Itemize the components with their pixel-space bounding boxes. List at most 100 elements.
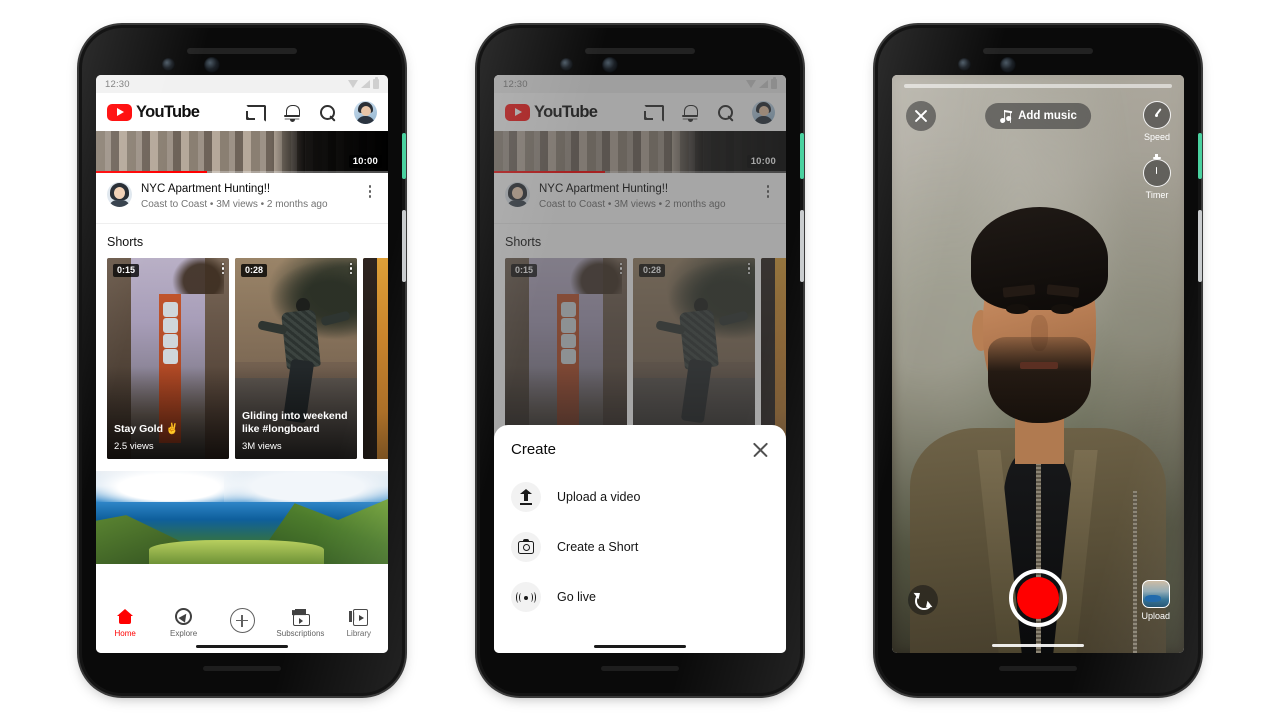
phone-1-home-feed: 12:30 YouTube 10:00 NYC Apartment Huntin… — [82, 28, 406, 693]
close-icon[interactable] — [752, 441, 769, 458]
timer-tool[interactable]: Timer — [1143, 154, 1171, 200]
video-title: NYC Apartment Hunting!! — [141, 183, 271, 195]
create-options-list: Upload a video Create a Short Go live — [494, 458, 786, 622]
cast-icon[interactable] — [246, 103, 266, 122]
nav-label: Explore — [170, 629, 198, 638]
short-card-2[interactable]: 0:28 Gliding into weekend like #longboar… — [235, 257, 357, 459]
camera-viewfinder[interactable]: Add music Speed Timer Upload — [892, 75, 1184, 653]
create-option-label: Create a Short — [557, 540, 639, 554]
shorts-row[interactable]: 0:15 Stay Gold ✌️ 2.5 views 0:28 Gliding… — [96, 257, 388, 459]
speedometer-icon — [1143, 101, 1171, 129]
status-icons — [348, 77, 379, 89]
recording-progress-bar — [904, 84, 1172, 88]
volume-rocker[interactable] — [1198, 210, 1202, 282]
youtube-logo[interactable]: YouTube — [107, 102, 200, 122]
gesture-home-bar[interactable] — [594, 645, 686, 648]
speed-label: Speed — [1143, 132, 1171, 142]
volume-rocker[interactable] — [402, 210, 406, 282]
kebab-menu-icon[interactable] — [363, 182, 377, 198]
stopwatch-icon — [1143, 154, 1171, 187]
power-button[interactable] — [800, 133, 804, 179]
gesture-home-bar[interactable] — [992, 644, 1084, 647]
short-views: 3M views — [242, 440, 282, 452]
phone-3-shorts-camera: Add music Speed Timer Upload — [878, 28, 1202, 693]
create-option-upload-a-video[interactable]: Upload a video — [494, 472, 786, 522]
create-bottom-sheet: Create Upload a video Create a Short Go … — [494, 425, 786, 653]
upload-button[interactable]: Upload — [1141, 580, 1170, 621]
front-camera-1 — [162, 58, 175, 71]
nav-item-library[interactable]: Library — [330, 608, 388, 638]
front-camera-2 — [602, 57, 618, 73]
create-option-create-a-short[interactable]: Create a Short — [494, 522, 786, 572]
earpiece-speaker — [585, 48, 695, 54]
upload-thumbnail — [1141, 580, 1170, 608]
earpiece-speaker — [983, 48, 1093, 54]
nav-label: Library — [346, 629, 372, 638]
create-option-label: Go live — [557, 590, 596, 604]
youtube-wordmark: YouTube — [136, 102, 200, 121]
bottom-speaker-grille — [203, 666, 281, 671]
timer-label: Timer — [1145, 190, 1169, 200]
youtube-header: YouTube — [96, 93, 388, 131]
nav-item-create[interactable] — [213, 608, 271, 633]
speed-tool[interactable]: Speed — [1143, 101, 1171, 142]
phone-2-create-sheet: 12:30 YouTube 10:00 NYC Apartment Huntin… — [480, 28, 804, 693]
home-icon — [116, 608, 135, 625]
create-option-label: Upload a video — [557, 490, 641, 504]
short-info: Stay Gold ✌️ 2.5 views — [114, 423, 222, 452]
live-broadcast-icon — [511, 582, 541, 612]
add-music-button[interactable]: Add music — [985, 103, 1091, 129]
create-option-go-live[interactable]: Go live — [494, 572, 786, 622]
video-subtitle: Coast to Coast • 3M views • 2 months ago — [141, 199, 328, 211]
plus-create-icon[interactable] — [229, 608, 255, 633]
create-sheet-title: Create — [511, 441, 557, 458]
wifi-icon — [348, 80, 358, 88]
short-card-3[interactable] — [363, 257, 388, 459]
video-meta-row[interactable]: NYC Apartment Hunting!! Coast to Coast •… — [96, 173, 388, 223]
account-avatar[interactable] — [354, 100, 377, 124]
channel-avatar[interactable] — [107, 182, 132, 207]
earpiece-speaker — [187, 48, 297, 54]
short-views: 2.5 views — [114, 440, 154, 452]
bottom-speaker-grille — [999, 666, 1077, 671]
camera-icon — [511, 532, 541, 562]
music-note-icon — [999, 109, 1012, 123]
front-camera-2 — [1000, 57, 1016, 73]
youtube-play-icon — [107, 103, 132, 121]
short-card-1[interactable]: 0:15 Stay Gold ✌️ 2.5 views — [107, 257, 229, 459]
signal-icon — [361, 80, 370, 88]
nav-item-subscriptions[interactable]: Subscriptions — [271, 608, 329, 638]
video-thumbnail[interactable]: 10:00 — [96, 131, 388, 173]
power-button[interactable] — [1198, 133, 1202, 179]
nav-item-home[interactable]: Home — [96, 608, 154, 638]
close-icon[interactable] — [906, 101, 936, 131]
shorts-section: Shorts 0:15 Stay Gold ✌️ 2.5 views 0:28 … — [96, 222, 388, 459]
status-bar: 12:30 — [96, 75, 388, 93]
feed-landscape-thumbnail[interactable] — [96, 470, 388, 564]
kebab-menu-icon[interactable] — [349, 262, 352, 275]
record-button[interactable] — [1009, 569, 1067, 627]
phone-1-screen: 12:30 YouTube 10:00 NYC Apartment Huntin… — [96, 75, 388, 653]
flip-camera-icon[interactable] — [908, 585, 938, 615]
library-icon — [349, 608, 369, 626]
gesture-home-bar[interactable] — [196, 645, 288, 648]
video-progress-bar — [96, 171, 388, 173]
kebab-menu-icon[interactable] — [221, 262, 224, 275]
front-camera-1 — [560, 58, 573, 71]
volume-rocker[interactable] — [800, 210, 804, 282]
upload-label: Upload — [1141, 611, 1170, 621]
nav-label: Subscriptions — [276, 629, 325, 638]
notifications-bell-icon[interactable] — [282, 103, 302, 122]
add-music-label: Add music — [1018, 110, 1077, 122]
search-icon[interactable] — [318, 103, 338, 121]
power-button[interactable] — [402, 133, 406, 179]
create-sheet-header: Create — [494, 441, 786, 458]
short-title: Gliding into weekend like #longboard — [242, 410, 348, 436]
front-camera-1 — [958, 58, 971, 71]
video-text: NYC Apartment Hunting!! Coast to Coast •… — [141, 182, 354, 212]
nav-item-explore[interactable]: Explore — [154, 608, 212, 638]
shorts-header: Shorts — [107, 234, 144, 249]
status-time: 12:30 — [105, 78, 130, 90]
short-info: Gliding into weekend like #longboard 3M … — [242, 410, 350, 452]
phone-2-screen: 12:30 YouTube 10:00 NYC Apartment Huntin… — [494, 75, 786, 653]
